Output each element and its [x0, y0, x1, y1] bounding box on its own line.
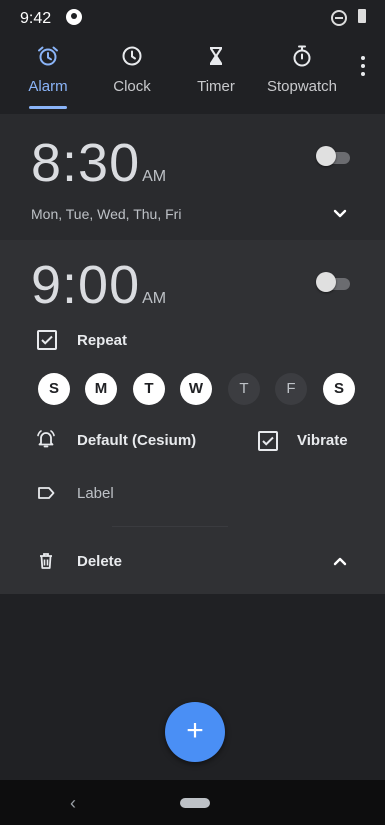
active-tab-indicator [29, 106, 67, 109]
trash-icon [40, 553, 52, 569]
alarm-days-summary: Mon, Tue, Wed, Thu, Fri [31, 206, 182, 222]
status-bar: 9:42 [0, 0, 385, 36]
alarm-time-value: 9:00 [31, 255, 141, 315]
day-friday[interactable]: F [275, 373, 307, 405]
alarm-ampm: AM [142, 290, 167, 307]
tab-bar: Alarm Clock Timer Stopwatch [0, 36, 385, 114]
alarm-card-expanded: 9:00 AM Repeat S M T W T F S Default (Ces… [0, 240, 385, 594]
alarm-card[interactable]: 8:30 AM Mon, Tue, Wed, Thu, Fri [0, 114, 385, 240]
divider [112, 526, 228, 527]
alarm-time-value: 8:30 [31, 133, 141, 193]
day-monday[interactable]: M [85, 373, 117, 405]
tab-label: Alarm [28, 78, 68, 95]
navigation-bar: ‹ [0, 780, 385, 825]
tab-clock[interactable]: Clock [100, 44, 164, 110]
alarm-time[interactable]: 9:00 AM [31, 254, 166, 316]
chevron-down-icon[interactable] [331, 204, 349, 222]
back-icon[interactable]: ‹ [70, 793, 76, 814]
day-thursday[interactable]: T [228, 373, 260, 405]
alarm-icon [38, 46, 58, 66]
tab-alarm[interactable]: Alarm [10, 44, 86, 110]
hourglass-icon [210, 47, 222, 65]
day-wednesday[interactable]: W [180, 373, 212, 405]
stopwatch-icon [293, 45, 311, 67]
toggle-thumb [316, 146, 336, 166]
status-time: 9:42 [20, 10, 52, 27]
chevron-up-icon[interactable] [331, 553, 349, 571]
alarm-toggle[interactable] [316, 272, 352, 292]
checkmark-icon [41, 335, 53, 345]
day-tuesday[interactable]: T [133, 373, 165, 405]
day-sunday[interactable]: S [38, 373, 70, 405]
clock-icon [122, 46, 142, 66]
day-saturday[interactable]: S [323, 373, 355, 405]
more-options-icon[interactable] [356, 52, 370, 80]
alarm-toggle[interactable] [316, 146, 352, 166]
delete-button[interactable]: Delete [77, 553, 122, 570]
notification-app-icon [66, 9, 82, 25]
add-alarm-button[interactable]: + [165, 702, 225, 762]
home-pill[interactable] [180, 798, 210, 808]
do-not-disturb-icon [331, 10, 347, 26]
toggle-thumb [316, 272, 336, 292]
alarm-ampm: AM [142, 168, 167, 185]
tab-timer[interactable]: Timer [186, 44, 246, 110]
checkmark-icon [262, 436, 274, 446]
repeat-checkbox[interactable] [37, 330, 57, 350]
alarm-bell-icon [37, 430, 55, 448]
tab-label: Timer [197, 78, 235, 95]
vibrate-checkbox[interactable] [258, 431, 278, 451]
label-tag-icon [38, 487, 55, 499]
label-field[interactable]: Label [77, 485, 114, 502]
ringtone-selector[interactable]: Default (Cesium) [77, 432, 196, 449]
tab-stopwatch[interactable]: Stopwatch [258, 44, 346, 110]
battery-icon [358, 9, 366, 23]
tab-label: Clock [113, 78, 151, 95]
repeat-label: Repeat [77, 332, 128, 349]
tab-label: Stopwatch [266, 78, 338, 95]
alarm-time[interactable]: 8:30 AM [31, 132, 166, 194]
vibrate-label: Vibrate [297, 432, 348, 449]
